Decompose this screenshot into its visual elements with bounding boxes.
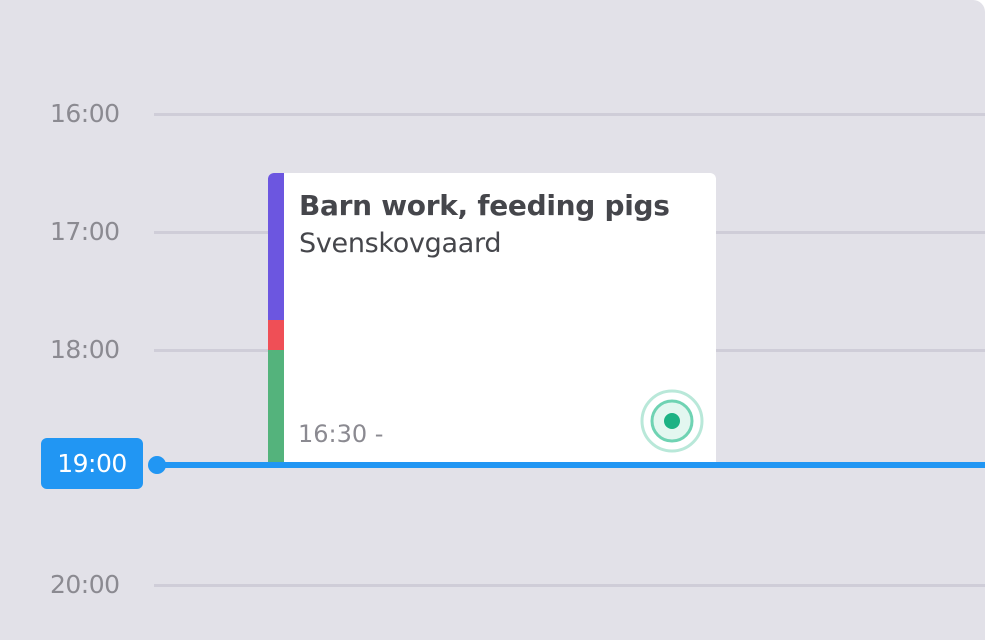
stripe-segment-red [268,320,284,350]
hour-label: 17:00 [50,217,120,246]
event-card[interactable]: Barn work, feeding pigs Svenskovgaard 16… [268,173,716,463]
event-color-stripe [268,173,284,463]
stripe-segment-purple [268,173,284,320]
calendar-day-view: 16:00 17:00 18:00 20:00 Barn work, feedi… [0,0,985,640]
location-target-icon [640,389,704,453]
hour-gridline [154,113,985,116]
hour-label: 20:00 [50,570,120,599]
hour-label: 16:00 [50,99,120,128]
event-time: 16:30 - [298,420,384,448]
current-time-dot [148,456,166,474]
hour-label: 18:00 [50,335,120,364]
stripe-segment-green [268,350,284,463]
hour-gridline [154,584,985,587]
current-time-line [157,462,985,468]
event-location: Svenskovgaard [299,228,502,259]
current-time-badge: 19:00 [41,438,143,489]
event-title: Barn work, feeding pigs [299,189,670,222]
